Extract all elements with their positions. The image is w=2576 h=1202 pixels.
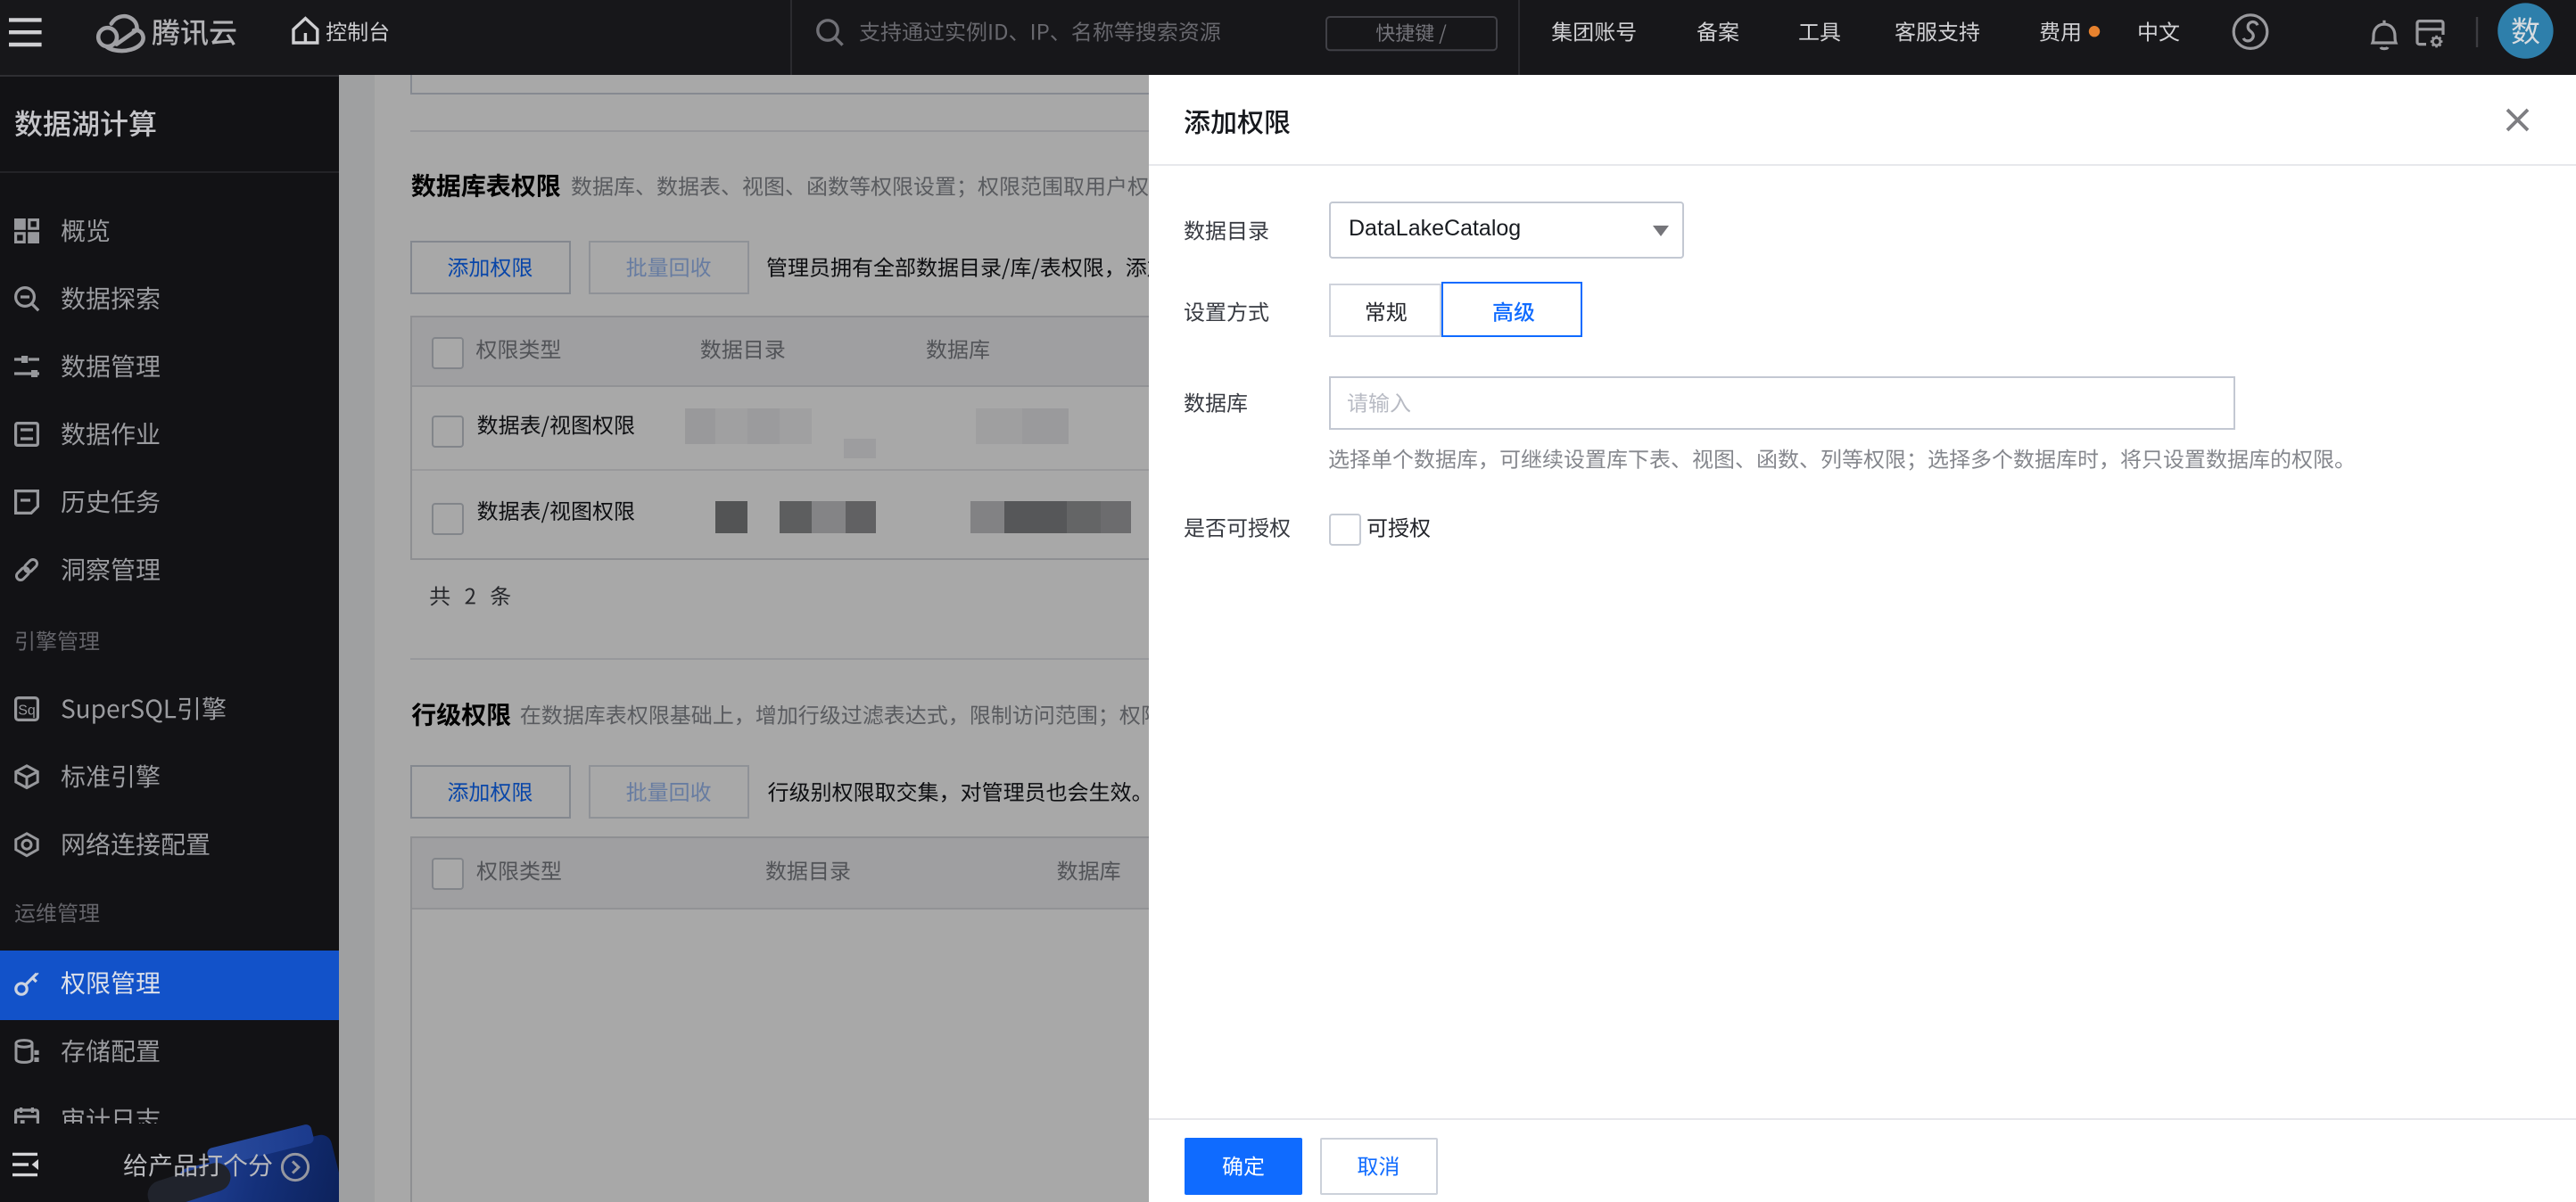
svg-text:Sq: Sq xyxy=(18,703,36,718)
